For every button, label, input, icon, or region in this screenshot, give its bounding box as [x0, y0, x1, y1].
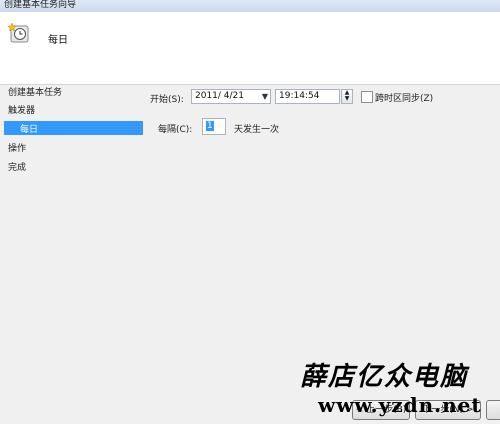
sidebar-item-action[interactable]: 操作: [8, 141, 26, 154]
start-time-field[interactable]: 19:14:54: [275, 89, 340, 104]
clock-star-icon: [8, 22, 29, 43]
window-title: 创建基本任务向导: [4, 0, 77, 10]
title-bar: 创建基本任务向导: [0, 0, 500, 12]
watermark-text: 薛店亿众电脑: [300, 362, 469, 392]
page-heading: 每日: [48, 35, 68, 46]
sync-timezone-label[interactable]: 跨时区同步(Z): [375, 91, 433, 104]
start-date-value: 2011/ 4/21: [195, 91, 245, 101]
sidebar-item-finish[interactable]: 完成: [8, 160, 26, 173]
watermark-url: www.yzdn.net: [318, 393, 482, 417]
wizard-header: 每日: [0, 12, 500, 85]
time-spinner[interactable]: ▲ ▼: [341, 89, 353, 104]
start-time-value: 19:14:54: [279, 91, 320, 101]
recur-suffix: 天发生一次: [234, 125, 280, 135]
sidebar-item-trigger[interactable]: 触发器: [8, 103, 35, 116]
chevron-down-icon[interactable]: ▼: [262, 90, 268, 103]
sidebar-item-daily-label: 每日: [20, 125, 39, 135]
recur-label: 每隔(C):: [158, 125, 193, 135]
spin-down-icon[interactable]: ▼: [342, 96, 352, 102]
sync-timezone-checkbox[interactable]: [361, 91, 373, 103]
sidebar-item-create-basic-task[interactable]: 创建基本任务: [8, 85, 62, 98]
start-label: 开始(S):: [150, 95, 184, 105]
sidebar-item-daily[interactable]: 每日: [4, 121, 143, 135]
start-date-picker[interactable]: 2011/ 4/21 ▼: [191, 89, 271, 104]
cancel-button-partial[interactable]: [486, 400, 500, 420]
recur-days-input[interactable]: 1: [202, 118, 226, 135]
recur-days-value: 1: [206, 121, 214, 131]
